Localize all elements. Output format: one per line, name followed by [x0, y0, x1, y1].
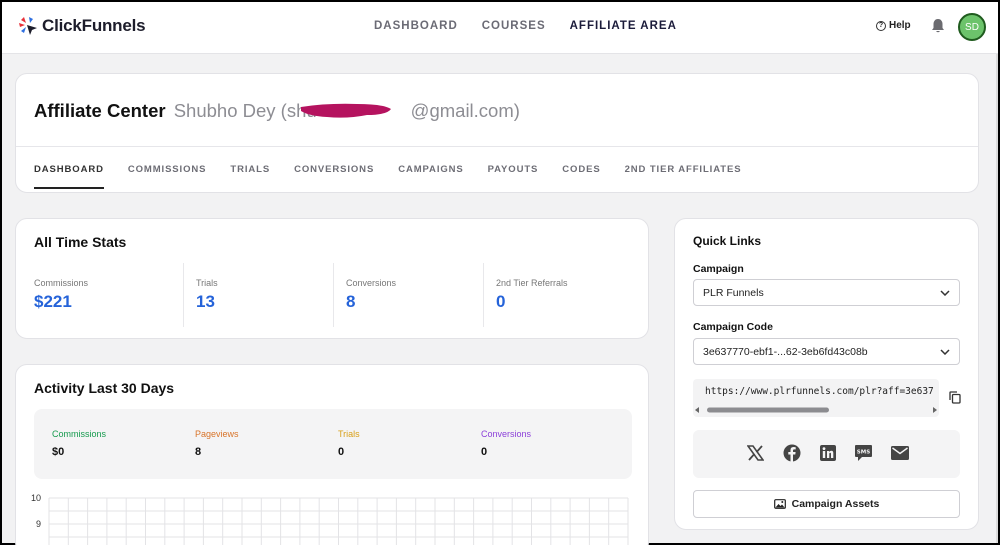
legend-label: Pageviews — [195, 429, 239, 439]
legend-trials[interactable]: Trials 0 — [338, 429, 360, 458]
activity-title: Activity Last 30 Days — [34, 380, 175, 396]
campaign-code-label: Campaign Code — [693, 321, 773, 333]
y-tick-10: 10 — [31, 493, 41, 503]
legend-value: 0 — [481, 446, 488, 458]
stat-trials: Trials 13 — [184, 263, 334, 327]
tab-payouts[interactable]: PAYOUTS — [488, 164, 539, 175]
x-twitter-icon[interactable] — [746, 443, 765, 462]
campaign-code-value: 3e637770-ebf1-...62-3eb6fd43c08b — [703, 345, 868, 358]
help-link[interactable]: ? Help — [876, 20, 911, 31]
campaign-assets-button[interactable]: Campaign Assets — [693, 490, 960, 518]
tab-dashboard[interactable]: DASHBOARD — [34, 164, 104, 189]
stat-label: Commissions — [34, 278, 89, 288]
all-time-stats-card: All Time Stats Commissions $221 Trials 1… — [15, 218, 649, 339]
stats-title: All Time Stats — [34, 234, 127, 250]
legend-label: Conversions — [481, 429, 532, 439]
stat-value: $221 — [34, 292, 72, 311]
sms-icon[interactable]: SMS — [854, 443, 873, 462]
nav-courses[interactable]: COURSES — [482, 20, 546, 32]
stat-value: 13 — [196, 292, 215, 311]
activity-legend: Commissions $0 Pageviews 8 Trials 0 Conv… — [34, 409, 632, 479]
window-edge — [996, 54, 998, 543]
svg-text:SMS: SMS — [857, 449, 870, 455]
quick-links-title: Quick Links — [693, 234, 762, 248]
y-tick-9: 9 — [36, 519, 41, 529]
divider — [16, 146, 978, 147]
page-title-text: Affiliate Center — [34, 100, 166, 121]
legend-commissions[interactable]: Commissions $0 — [52, 429, 106, 458]
tab-codes[interactable]: CODES — [562, 164, 600, 175]
stat-2nd-tier-referrals: 2nd Tier Referrals 0 — [484, 263, 634, 327]
legend-label: Trials — [338, 429, 360, 439]
facebook-icon[interactable] — [782, 443, 801, 462]
user-email-prefix: Shubho Dey (shu — [173, 100, 317, 121]
email-icon[interactable] — [890, 443, 909, 462]
campaign-label: Campaign — [693, 263, 744, 275]
affiliate-url[interactable]: https://www.plrfunnels.com/plr?aff=3e637 — [705, 386, 934, 397]
tab-2nd-tier-affiliates[interactable]: 2ND TIER AFFILIATES — [625, 164, 742, 175]
legend-value: 0 — [338, 446, 345, 458]
legend-conversions[interactable]: Conversions 0 — [481, 429, 531, 458]
clickfunnels-logo[interactable]: ClickFunnels — [18, 16, 146, 36]
nav-affiliate-area[interactable]: AFFILIATE AREA — [570, 20, 677, 32]
campaign-code-select[interactable]: 3e637770-ebf1-...62-3eb6fd43c08b — [693, 338, 960, 365]
tab-trials[interactable]: TRIALS — [230, 164, 270, 175]
legend-label: Commissions — [52, 429, 107, 439]
tab-conversions[interactable]: CONVERSIONS — [294, 164, 374, 175]
redaction-mark — [301, 103, 391, 118]
user-email-suffix: @gmail.com) — [410, 100, 520, 121]
legend-pageviews[interactable]: Pageviews 8 — [195, 429, 239, 458]
avatar[interactable]: SD — [958, 13, 986, 41]
clickfunnels-logo-icon — [19, 17, 37, 35]
stat-value: 0 — [496, 292, 506, 311]
top-navbar: ClickFunnels DASHBOARD COURSES AFFILIATE… — [2, 2, 998, 54]
campaign-assets-label: Campaign Assets — [791, 498, 880, 510]
chevron-down-icon — [940, 289, 950, 296]
copy-icon[interactable] — [949, 391, 961, 409]
affiliate-tabs: DASHBOARD COMMISSIONS TRIALS CONVERSIONS… — [34, 164, 742, 189]
page-title: Affiliate Center Shubho Dey (shu @gmail.c… — [34, 100, 520, 122]
activity-chart: 10 9 — [31, 493, 629, 545]
affiliate-url-box[interactable]: https://www.plrfunnels.com/plr?aff=3e637 — [693, 379, 939, 417]
campaign-value: PLR Funnels — [703, 286, 764, 299]
stat-label: Trials — [196, 278, 218, 288]
linkedin-icon[interactable] — [818, 443, 837, 462]
stat-label: 2nd Tier Referrals — [496, 278, 568, 288]
help-label: Help — [889, 20, 911, 31]
nav-dashboard[interactable]: DASHBOARD — [374, 20, 458, 32]
campaign-select[interactable]: PLR Funnels — [693, 279, 960, 306]
chevron-down-icon — [940, 348, 950, 355]
question-circle-icon: ? — [876, 20, 886, 31]
tab-commissions[interactable]: COMMISSIONS — [128, 164, 207, 175]
stat-conversions: Conversions 8 — [334, 263, 484, 327]
horizontal-scrollbar[interactable] — [693, 405, 939, 415]
affiliate-center-header: Affiliate Center Shubho Dey (shu @gmail.c… — [15, 73, 979, 193]
tab-campaigns[interactable]: CAMPAIGNS — [398, 164, 463, 175]
stat-value: 8 — [346, 292, 356, 311]
quick-links-card: Quick Links Campaign PLR Funnels Campaig… — [674, 218, 979, 530]
brand-name: ClickFunnels — [42, 16, 146, 35]
image-icon — [773, 499, 786, 509]
activity-card: Activity Last 30 Days Commissions $0 Pag… — [15, 364, 649, 545]
stat-commissions: Commissions $221 — [34, 263, 184, 327]
share-options: SMS — [693, 430, 960, 478]
stat-label: Conversions — [346, 278, 397, 288]
legend-value: $0 — [52, 446, 65, 458]
bell-icon[interactable] — [931, 18, 945, 39]
legend-value: 8 — [195, 446, 202, 458]
